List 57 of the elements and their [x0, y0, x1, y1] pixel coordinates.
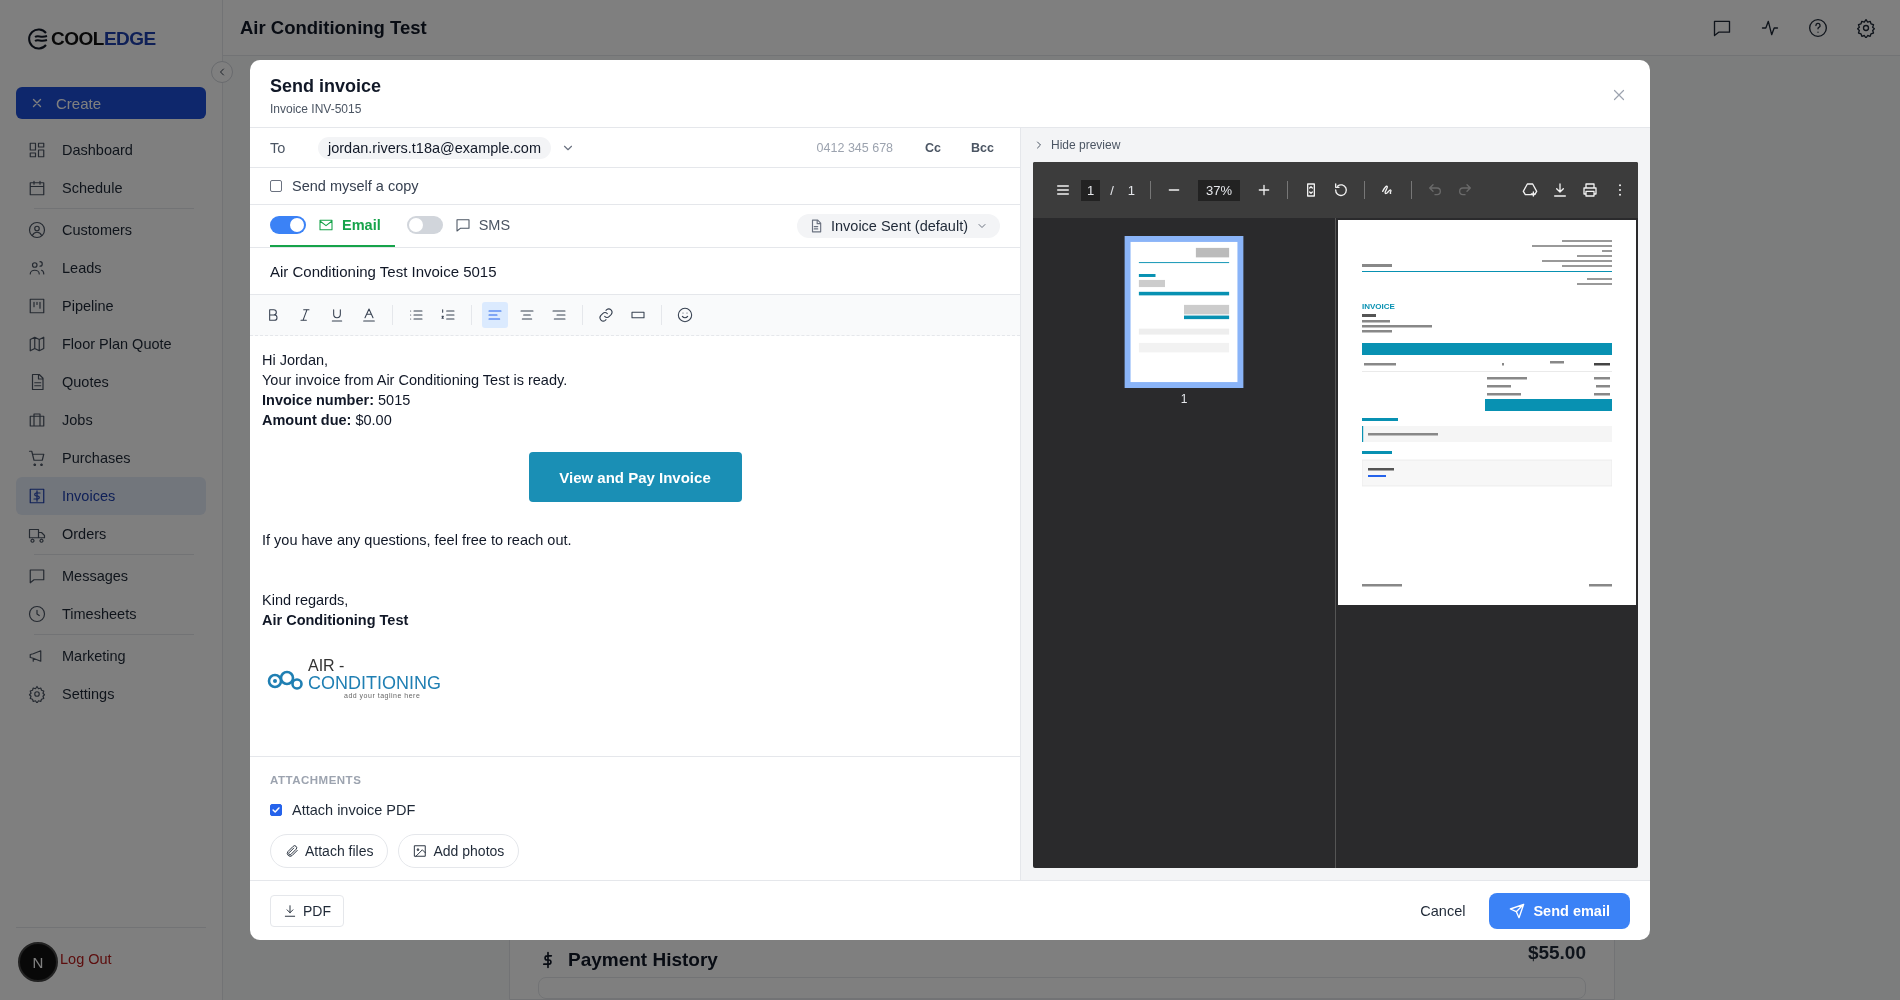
sidebar-item[interactable]: Marketing — [16, 637, 206, 675]
signature-text: Air Conditioning Test — [262, 611, 410, 630]
sidebar-item[interactable]: Jobs — [16, 401, 206, 439]
page-number-field[interactable]: 1 — [1081, 179, 1101, 201]
sidebar-item[interactable]: Messages — [16, 557, 206, 595]
dialog-subtitle: Invoice INV-5015 — [270, 102, 363, 116]
create-button[interactable]: Create — [16, 87, 206, 119]
thumbnail-label: 1 — [1180, 392, 1188, 406]
hide-preview-toggle[interactable]: Hide preview — [1033, 128, 1638, 162]
page-separator: / — [1110, 182, 1114, 198]
logo-text: AIR - — [308, 658, 346, 674]
sidebar-item[interactable]: Leads — [16, 249, 206, 287]
page-title: Air Conditioning Test — [240, 16, 428, 39]
sidebar-item[interactable]: Purchases — [16, 439, 206, 477]
sidebar-item[interactable]: Schedule — [16, 169, 206, 207]
cc-link[interactable]: Cc — [925, 140, 942, 155]
attach-files-button[interactable]: Attach files — [270, 834, 389, 868]
message-text: If you have any questions, feel free to reach out. — [262, 531, 573, 550]
sidebar-item[interactable]: Quotes — [16, 363, 206, 401]
section-title: Payment History — [568, 949, 719, 971]
logout-link[interactable]: Log Out — [60, 951, 112, 967]
template-dropdown[interactable]: Invoice Sent (default) — [796, 214, 1000, 238]
sidebar-item[interactable]: Pipeline — [16, 287, 206, 325]
to-label: To — [270, 139, 287, 156]
sidebar-item[interactable]: Timesheets — [16, 595, 206, 633]
greeting-text: Hi Jordan, — [262, 351, 330, 370]
attachments-heading: ATTACHMENTS — [270, 774, 363, 786]
recipient-chip[interactable]: jordan.rivers.t18a@example.com — [318, 136, 551, 159]
add-photos-button[interactable]: Add photos — [398, 834, 520, 868]
message-text: Your invoice from Air Conditioning Test is ready. — [262, 371, 569, 390]
checkbox-label: Attach invoice PDF — [292, 802, 416, 818]
total-value: $55.00 — [1527, 942, 1586, 964]
view-and-pay-button[interactable]: View and Pay Invoice — [528, 452, 742, 502]
sidebar-item[interactable]: Dashboard — [16, 131, 206, 169]
logo-text: CONDITIONING — [308, 674, 441, 692]
invoice-number-text: Invoice number: 5015 — [262, 391, 412, 410]
checkbox-label: Send myself a copy — [292, 178, 419, 194]
channel-tab[interactable]: SMS — [406, 205, 525, 247]
doc-heading: INVOICE — [1362, 302, 1396, 311]
zoom-field[interactable]: 37% — [1198, 179, 1241, 201]
bcc-link[interactable]: Bcc — [971, 140, 994, 155]
avatar[interactable]: N — [18, 942, 58, 982]
sidebar-item[interactable]: Customers — [16, 211, 206, 249]
send-email-button[interactable]: Send email — [1489, 892, 1630, 929]
channel-tab[interactable]: Email — [270, 205, 395, 247]
sidebar-item[interactable]: Orders — [16, 515, 206, 553]
sidebar-item[interactable]: Floor Plan Quote — [16, 325, 206, 363]
cancel-button[interactable]: Cancel — [1414, 901, 1472, 920]
sidebar-item[interactable]: Invoices — [16, 477, 206, 515]
phone-number: 0412 345 678 — [816, 140, 894, 155]
logo-wordmark: COOLEDGE — [51, 28, 156, 50]
dialog-title: Send invoice — [270, 76, 382, 97]
closing-text: Kind regards, — [262, 591, 350, 610]
page-count: 1 — [1127, 182, 1136, 198]
amount-due-text: Amount due: $0.00 — [262, 411, 393, 430]
sidebar-item[interactable]: Settings — [16, 675, 206, 713]
pdf-download-button[interactable]: PDF — [270, 894, 344, 927]
